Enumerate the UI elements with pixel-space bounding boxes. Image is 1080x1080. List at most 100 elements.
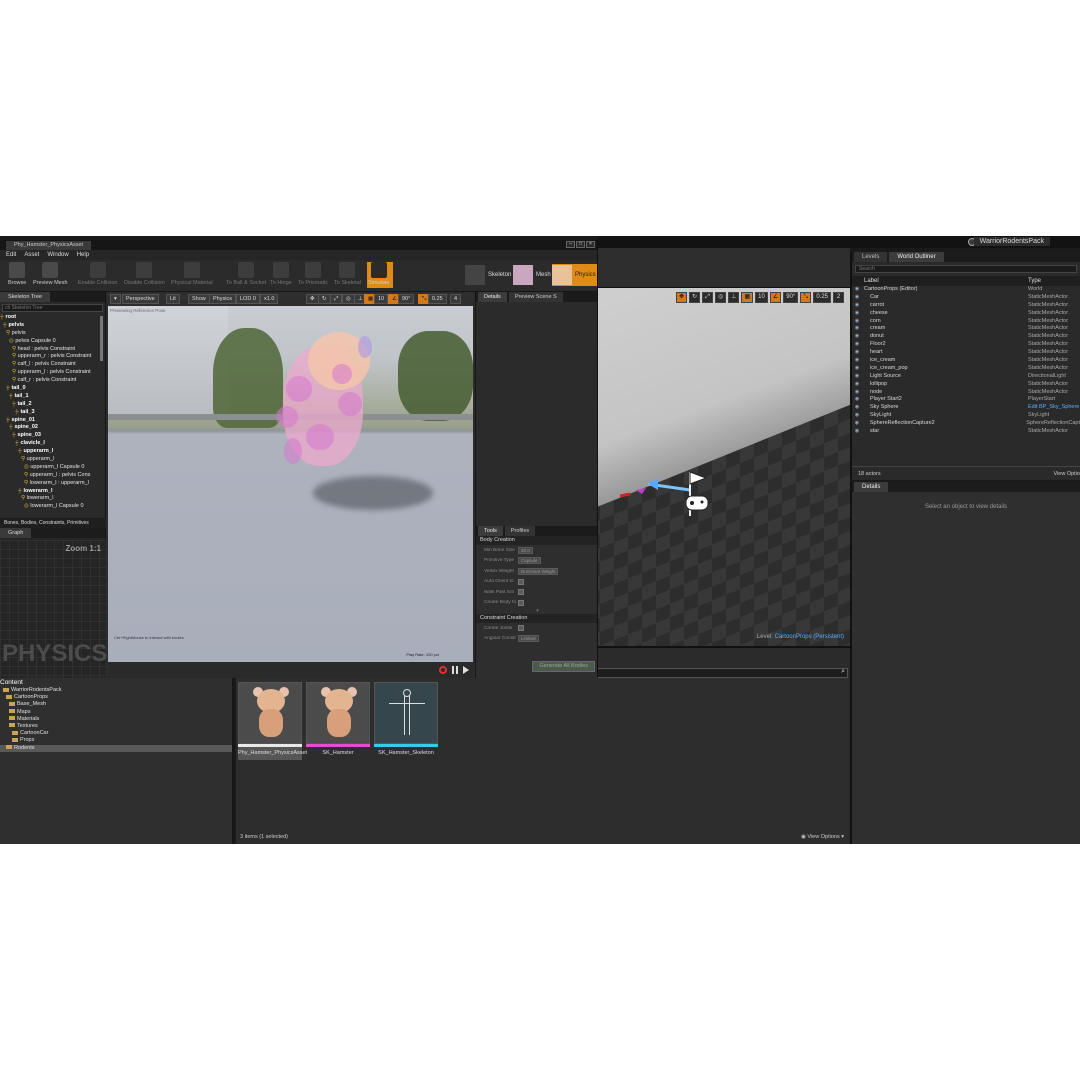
- scale-snap-value[interactable]: 0.25: [428, 294, 447, 304]
- rotate-snap-value[interactable]: 90°: [398, 294, 415, 304]
- physics-capsule[interactable]: [286, 376, 312, 402]
- outliner-row[interactable]: ◉ ice_cream StaticMeshActor: [852, 357, 1080, 365]
- project-tab[interactable]: WarriorRodentsPack: [973, 237, 1050, 246]
- menu-help[interactable]: Help: [77, 250, 89, 260]
- skeleton-tree-row[interactable]: ⚲ upperarm_r : pelvis Constraint: [0, 353, 105, 361]
- mode-physics[interactable]: Physics: [552, 264, 597, 286]
- tab-levels[interactable]: Levels: [854, 252, 888, 262]
- skeleton-tree-row[interactable]: ┼ tail_3: [0, 409, 105, 417]
- scale-tool-icon[interactable]: ⤢: [330, 294, 343, 304]
- folder-row[interactable]: Textures: [0, 723, 232, 730]
- folder-row[interactable]: Rodents: [0, 744, 232, 752]
- viewport-menu-icon[interactable]: ▾: [110, 294, 121, 304]
- generate-all-bodies-button[interactable]: Generate All Bodies: [532, 661, 595, 672]
- record-icon[interactable]: [439, 666, 447, 674]
- skeleton-tree-row[interactable]: ┼ lowerarm_l: [0, 488, 105, 496]
- physical-material-button[interactable]: Physical Material: [171, 262, 213, 286]
- folder-row[interactable]: CartoonProps: [0, 694, 232, 701]
- content-view-options[interactable]: ◉ View Options ▾: [801, 832, 844, 842]
- skeleton-tree-row[interactable]: ⚲ upperarm_l: [0, 456, 105, 464]
- physics-show-button[interactable]: Physics: [209, 294, 236, 304]
- step-forward-icon[interactable]: [463, 666, 469, 674]
- rotate-tool-icon[interactable]: ↻: [318, 294, 331, 304]
- folder-row[interactable]: Props: [0, 737, 232, 744]
- tab-profiles[interactable]: Profiles: [504, 526, 536, 536]
- mode-skeleton[interactable]: Skeleton: [465, 264, 515, 286]
- perspective-button[interactable]: Perspective: [122, 294, 159, 304]
- property-value[interactable]: Limited: [518, 635, 539, 643]
- skeleton-tree-row[interactable]: ⚲ lowerarm_l : upperarm_l: [0, 480, 105, 488]
- move-tool-icon[interactable]: ✥: [306, 294, 319, 304]
- visibility-eye-icon[interactable]: ◉: [852, 365, 862, 373]
- lit-button[interactable]: Lit: [166, 294, 180, 304]
- property-value[interactable]: Capsule: [518, 557, 541, 565]
- tree-scrollbar[interactable]: [100, 316, 103, 361]
- folder-row[interactable]: Content: [0, 678, 232, 687]
- lod-button[interactable]: LOD 0: [236, 294, 260, 304]
- outliner-row[interactable]: ◉ SkyLight SkyLight: [852, 412, 1080, 420]
- pause-icon[interactable]: [452, 666, 458, 674]
- folder-row[interactable]: Maps: [0, 709, 232, 716]
- skeleton-tree-row[interactable]: ┼ tail_0: [0, 385, 105, 393]
- outliner-row[interactable]: ◉ star StaticMeshActor: [852, 428, 1080, 436]
- level-viewport[interactable]: ✥ ↻ ⤢ ◎ ⊥ ▦ 10 ∠ 90° ⤡ 0.25 2 Level: Car…: [598, 288, 850, 646]
- physics-capsule[interactable]: [284, 438, 302, 464]
- browse-button[interactable]: Browse: [8, 262, 26, 286]
- grid-size[interactable]: 10: [374, 294, 389, 304]
- camera-speed[interactable]: 2: [833, 292, 844, 303]
- outliner-search-input[interactable]: Search: [855, 265, 1077, 273]
- outliner-row[interactable]: ◉ donut StaticMeshActor: [852, 333, 1080, 341]
- visibility-eye-icon[interactable]: ◉: [852, 389, 862, 397]
- physics-capsule[interactable]: [306, 424, 334, 450]
- rotation-snap-icon[interactable]: ∠: [769, 292, 782, 303]
- skeleton-tree-row[interactable]: ◎ lowerarm_l Capsule 0: [0, 503, 105, 511]
- outliner-row[interactable]: ◉ corn StaticMeshActor: [852, 318, 1080, 326]
- skeleton-tree-row[interactable]: ⚲ head : pelvis Constraint: [0, 346, 105, 354]
- skeleton-tree-row[interactable]: ⚲ calf_r : pelvis Constraint: [0, 377, 105, 385]
- visibility-eye-icon[interactable]: ◉: [852, 412, 862, 420]
- skeleton-tree-row[interactable]: ◎ pelvis Capsule 0: [0, 338, 105, 346]
- skeleton-tree-row[interactable]: ┼ root: [0, 314, 105, 322]
- scale-tool-icon[interactable]: ⤢: [702, 292, 713, 303]
- outliner-row[interactable]: ◉ lollipop StaticMeshActor: [852, 381, 1080, 389]
- folder-row[interactable]: Base_Mesh: [0, 701, 232, 708]
- menu-asset[interactable]: Asset: [24, 250, 39, 260]
- grid-size[interactable]: 10: [755, 292, 768, 303]
- skeleton-tree-row[interactable]: ⚲ pelvis: [0, 330, 105, 338]
- visibility-eye-icon[interactable]: ◉: [852, 396, 862, 404]
- visibility-eye-icon[interactable]: ◉: [852, 325, 862, 333]
- skeleton-tree-row[interactable]: ┼ clavicle_l: [0, 440, 105, 448]
- tab-tools[interactable]: Tools: [478, 526, 503, 536]
- to-ball-socket-button[interactable]: To Ball & Socket: [226, 262, 266, 286]
- outliner-row[interactable]: ◉ Floor2 StaticMeshActor: [852, 341, 1080, 349]
- outliner-row[interactable]: ◉ Car StaticMeshActor: [852, 294, 1080, 302]
- outliner-row[interactable]: ◉ Light Source DirectionalLight: [852, 373, 1080, 381]
- scale-snap-icon[interactable]: ⤡: [800, 292, 812, 303]
- physics-capsule[interactable]: [338, 392, 362, 416]
- skeleton-tree-row[interactable]: ⚲ upperarm_l : pelvis Constraint: [0, 369, 105, 377]
- outliner-row[interactable]: ◉ SphereReflectionCapture2 SphereReflectio…: [852, 420, 1080, 428]
- outliner-row[interactable]: ◉ Sky Sphere Edit BP_Sky_Sphere: [852, 404, 1080, 412]
- to-skeletal-button[interactable]: To Skeletal: [334, 262, 361, 286]
- visibility-eye-icon[interactable]: ◉: [852, 341, 862, 349]
- property-value[interactable]: Dominant Weight: [518, 567, 559, 575]
- outliner-row[interactable]: ◉ node StaticMeshActor: [852, 389, 1080, 397]
- physics-capsule[interactable]: [276, 406, 298, 428]
- visibility-eye-icon[interactable]: ◉: [852, 381, 862, 389]
- enable-collision-button[interactable]: Enable Collision: [78, 262, 117, 286]
- scale-snap-value[interactable]: 0.25: [813, 292, 831, 303]
- col-type[interactable]: Type: [1028, 276, 1041, 286]
- asset-tile[interactable]: Phy_Hamster_PhysicsAsset: [238, 682, 307, 760]
- outliner-row[interactable]: ◉ ice_cream_pop StaticMeshActor: [852, 365, 1080, 373]
- asset-tile[interactable]: SK_Hamster: [306, 682, 370, 760]
- outliner-row[interactable]: ◉ carrot StaticMeshActor: [852, 302, 1080, 310]
- property-checkbox[interactable]: [518, 589, 524, 596]
- asset-tile[interactable]: SK_Hamster_Skeleton: [374, 682, 438, 760]
- tab-skeleton-tree[interactable]: Skeleton Tree: [0, 292, 50, 302]
- world-icon[interactable]: ◎: [342, 294, 355, 304]
- physics-capsule[interactable]: [332, 364, 352, 384]
- visibility-eye-icon[interactable]: ◉: [852, 349, 862, 357]
- body-creation-section[interactable]: Body Creation: [476, 536, 597, 545]
- skeleton-tree-row[interactable]: ┼ upperarm_l: [0, 448, 105, 456]
- preview-scene[interactable]: Previewing Reference Pose Ctrl+RightMous…: [108, 306, 473, 662]
